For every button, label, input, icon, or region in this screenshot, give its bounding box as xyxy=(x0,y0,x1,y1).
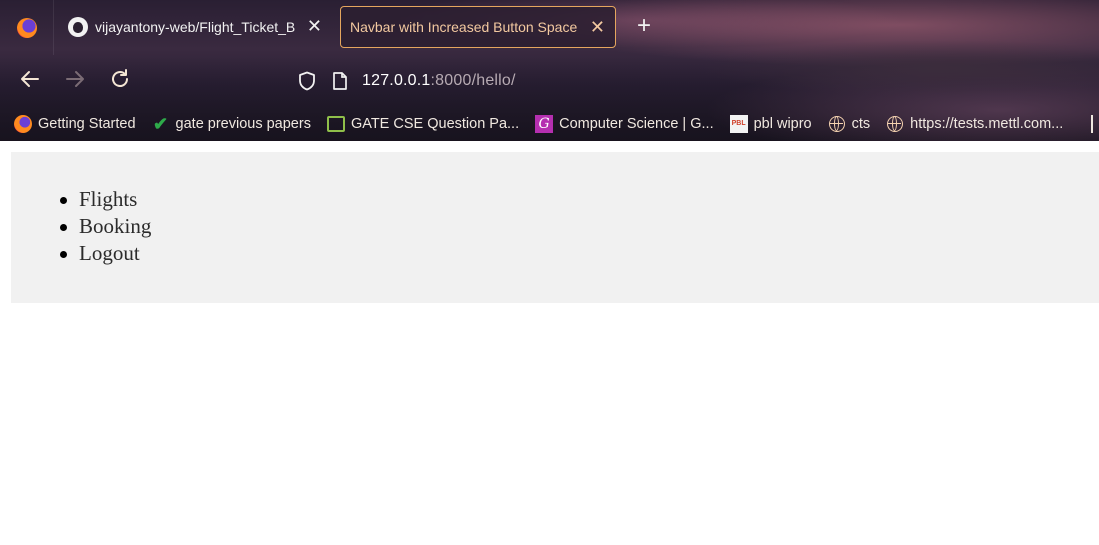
bookmark-label: Computer Science | G... xyxy=(559,116,714,132)
arrow-left-icon xyxy=(21,71,39,87)
globe-icon xyxy=(886,115,904,133)
nav-item-booking[interactable]: Booking xyxy=(59,213,151,240)
tab-bar: vijayantony-web/Flight_Ticket_B ✕ Navbar… xyxy=(0,0,1099,55)
github-icon xyxy=(68,17,88,37)
bookmark-label: GATE CSE Question Pa... xyxy=(350,116,520,132)
bookmark-cts[interactable]: cts xyxy=(828,115,871,133)
tab-title: Navbar with Increased Button Space xyxy=(350,19,578,35)
tab-github[interactable]: vijayantony-web/Flight_Ticket_B ✕ xyxy=(60,6,332,48)
bookmark-computer-science[interactable]: G Computer Science | G... xyxy=(535,115,714,133)
new-tab-button[interactable]: + xyxy=(632,14,656,38)
bookmark-label: cts xyxy=(851,116,871,132)
bookmark-gate-previous-papers[interactable]: ✔ gate previous papers xyxy=(152,113,311,134)
globe-icon xyxy=(828,115,846,133)
bookmark-gate-cse-question-papers[interactable]: GATE CSE Question Pa... xyxy=(326,115,520,133)
close-tab-icon[interactable]: ✕ xyxy=(307,16,322,36)
nav-item-logout[interactable]: Logout xyxy=(59,240,151,267)
tab-navbar-active[interactable]: Navbar with Increased Button Space ✕ xyxy=(340,6,616,48)
url-host: 127.0.0.1 xyxy=(362,72,431,89)
bookmark-label: https://tests.mettl.com... xyxy=(910,116,1064,132)
page-icon[interactable] xyxy=(332,72,348,90)
bookmark-label: gate previous papers xyxy=(175,116,311,132)
url-path: :8000/hello/ xyxy=(430,72,516,89)
navigation-toolbar: 127.0.0.1:8000/hello/ xyxy=(0,55,1099,107)
forward-button[interactable] xyxy=(63,68,87,92)
firefox-icon xyxy=(14,115,32,133)
g-icon: G xyxy=(535,115,554,133)
url-text[interactable]: 127.0.0.1:8000/hello/ xyxy=(362,72,516,90)
back-button[interactable] xyxy=(18,68,42,92)
bookmarks-toolbar: Getting Started ✔ gate previous papers G… xyxy=(0,107,1099,141)
close-tab-icon[interactable]: ✕ xyxy=(590,17,605,37)
nav-list: Flights Booking Logout xyxy=(59,186,151,267)
url-bar[interactable]: 127.0.0.1:8000/hello/ xyxy=(290,63,1090,99)
reload-button[interactable] xyxy=(108,68,132,92)
bookmark-label: Getting Started xyxy=(38,116,136,132)
tab-title: vijayantony-web/Flight_Ticket_B xyxy=(95,19,296,35)
reload-icon xyxy=(112,69,128,87)
firefox-icon xyxy=(16,17,37,38)
page-content: Flights Booking Logout xyxy=(0,141,1099,545)
bookmark-getting-started[interactable]: Getting Started xyxy=(14,115,136,133)
arrow-right-icon xyxy=(66,71,84,87)
bookmarks-overflow-icon[interactable] xyxy=(1091,115,1099,133)
checkmark-icon: ✔ xyxy=(152,113,169,134)
bookmark-label: pbl wipro xyxy=(753,116,812,132)
pbl-icon: PBL xyxy=(729,115,748,133)
bookmark-tests-mettl[interactable]: https://tests.mettl.com... xyxy=(886,115,1063,133)
firefox-menu-button[interactable] xyxy=(0,0,54,55)
navbar-panel: Flights Booking Logout xyxy=(11,152,1099,303)
bookmark-pbl-wipro[interactable]: PBL pbl wipro xyxy=(729,115,812,133)
books-icon xyxy=(326,115,345,133)
browser-chrome: vijayantony-web/Flight_Ticket_B ✕ Navbar… xyxy=(0,0,1099,141)
shield-icon[interactable] xyxy=(298,71,316,91)
nav-item-flights[interactable]: Flights xyxy=(59,186,151,213)
